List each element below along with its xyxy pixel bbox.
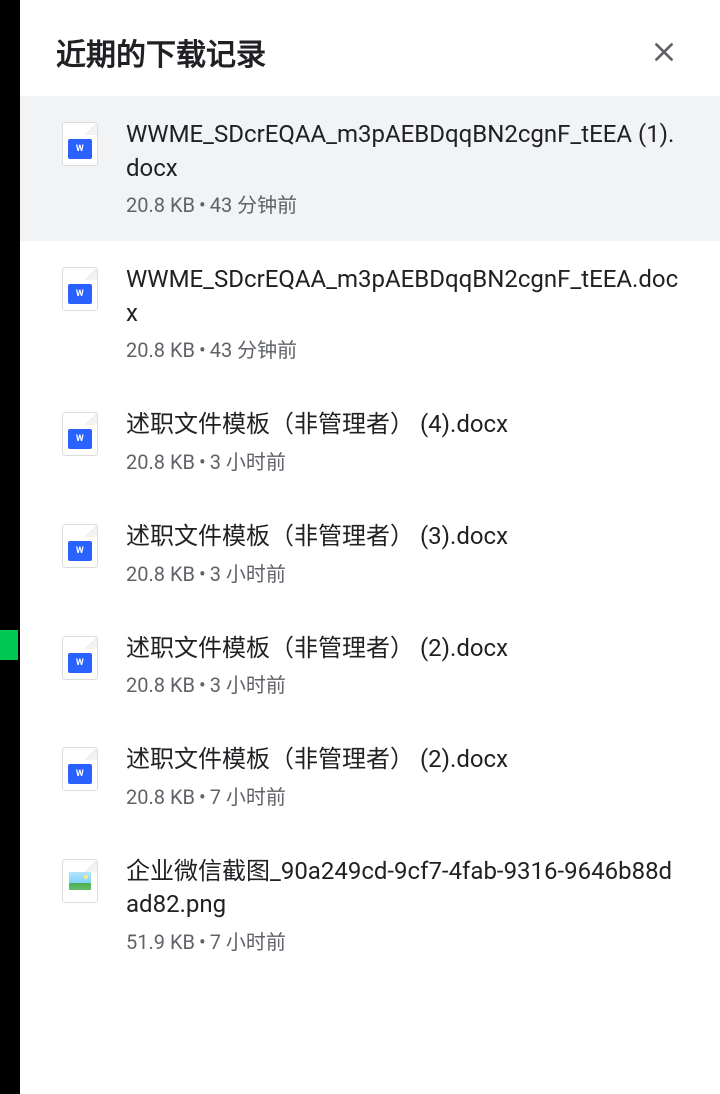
file-meta: 20.8 KB•3 小时前 (126, 448, 684, 476)
word-file-icon: W (62, 122, 98, 166)
download-item[interactable]: W WWME_SDcrEQAA_m3pAEBDqqBN2cgnF_tEEA (1)… (20, 96, 720, 241)
download-list: W WWME_SDcrEQAA_m3pAEBDqqBN2cgnF_tEEA (1)… (20, 96, 720, 978)
meta-separator: • (199, 673, 206, 697)
download-item[interactable]: W 述职文件模板（非管理者） (2).docx 20.8 KB•7 小时前 (20, 721, 720, 833)
word-file-icon: W (62, 747, 98, 791)
file-meta: 20.8 KB•7 小时前 (126, 783, 684, 811)
file-name: WWME_SDcrEQAA_m3pAEBDqqBN2cgnF_tEEA (1).… (126, 118, 684, 185)
file-size: 20.8 KB (126, 562, 195, 586)
file-size: 20.8 KB (126, 338, 195, 362)
file-name: 述职文件模板（非管理者） (3).docx (126, 520, 684, 554)
file-name: 企业微信截图_90a249cd-9cf7-4fab-9316-9646b88da… (126, 855, 684, 922)
meta-separator: • (199, 562, 206, 586)
file-time: 43 分钟前 (210, 193, 297, 217)
meta-separator: • (199, 930, 206, 954)
file-name: 述职文件模板（非管理者） (4).docx (126, 408, 684, 442)
file-name: WWME_SDcrEQAA_m3pAEBDqqBN2cgnF_tEEA.docx (126, 263, 684, 330)
word-file-icon: W (62, 267, 98, 311)
file-name: 述职文件模板（非管理者） (2).docx (126, 632, 684, 666)
file-time: 7 小时前 (210, 930, 286, 954)
downloads-panel: 近期的下载记录 W WWME_SDcrEQAA_m3pAEBDqqBN2cgnF_… (20, 0, 720, 1094)
file-meta: 20.8 KB•3 小时前 (126, 560, 684, 588)
meta-separator: • (199, 450, 206, 474)
close-button[interactable] (644, 32, 684, 72)
file-time: 7 小时前 (210, 785, 286, 809)
file-time: 3 小时前 (210, 562, 286, 586)
download-item[interactable]: W 述职文件模板（非管理者） (3).docx 20.8 KB•3 小时前 (20, 498, 720, 610)
file-size: 20.8 KB (126, 450, 195, 474)
download-item[interactable]: 企业微信截图_90a249cd-9cf7-4fab-9316-9646b88da… (20, 833, 720, 978)
panel-header: 近期的下载记录 (20, 0, 720, 96)
file-info: 企业微信截图_90a249cd-9cf7-4fab-9316-9646b88da… (126, 855, 684, 956)
file-info: WWME_SDcrEQAA_m3pAEBDqqBN2cgnF_tEEA.docx… (126, 263, 684, 364)
file-size: 20.8 KB (126, 673, 195, 697)
download-item[interactable]: W 述职文件模板（非管理者） (2).docx 20.8 KB•3 小时前 (20, 610, 720, 722)
file-meta: 20.8 KB•43 分钟前 (126, 336, 684, 364)
word-file-icon: W (62, 636, 98, 680)
file-info: 述职文件模板（非管理者） (4).docx 20.8 KB•3 小时前 (126, 408, 684, 476)
file-meta: 20.8 KB•43 分钟前 (126, 191, 684, 219)
file-time: 43 分钟前 (210, 338, 297, 362)
file-size: 51.9 KB (126, 930, 195, 954)
background-edge (0, 0, 20, 1094)
file-name: 述职文件模板（非管理者） (2).docx (126, 743, 684, 777)
file-meta: 20.8 KB•3 小时前 (126, 671, 684, 699)
file-info: 述职文件模板（非管理者） (3).docx 20.8 KB•3 小时前 (126, 520, 684, 588)
download-item[interactable]: W 述职文件模板（非管理者） (4).docx 20.8 KB•3 小时前 (20, 386, 720, 498)
file-time: 3 小时前 (210, 450, 286, 474)
file-info: WWME_SDcrEQAA_m3pAEBDqqBN2cgnF_tEEA (1).… (126, 118, 684, 219)
meta-separator: • (199, 785, 206, 809)
word-file-icon: W (62, 412, 98, 456)
meta-separator: • (199, 193, 206, 217)
file-info: 述职文件模板（非管理者） (2).docx 20.8 KB•7 小时前 (126, 743, 684, 811)
file-size: 20.8 KB (126, 193, 195, 217)
file-time: 3 小时前 (210, 673, 286, 697)
meta-separator: • (199, 338, 206, 362)
word-file-icon: W (62, 524, 98, 568)
file-meta: 51.9 KB•7 小时前 (126, 928, 684, 956)
download-item[interactable]: W WWME_SDcrEQAA_m3pAEBDqqBN2cgnF_tEEA.doc… (20, 241, 720, 386)
file-size: 20.8 KB (126, 785, 195, 809)
panel-title: 近期的下载记录 (56, 30, 266, 74)
image-file-icon (62, 859, 98, 903)
file-info: 述职文件模板（非管理者） (2).docx 20.8 KB•3 小时前 (126, 632, 684, 700)
background-accent (0, 630, 18, 660)
close-icon (651, 39, 677, 65)
